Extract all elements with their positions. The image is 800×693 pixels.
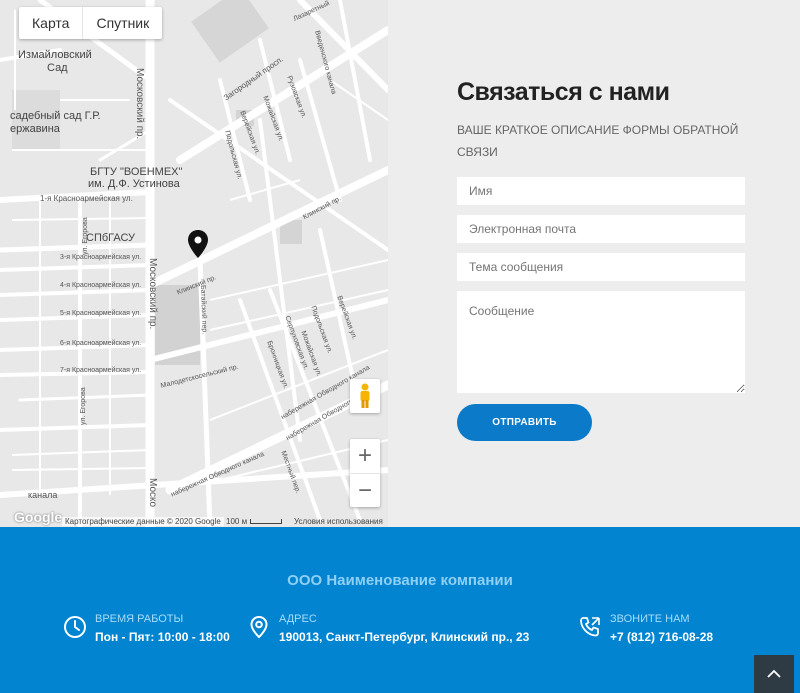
location-pin-icon	[250, 615, 268, 639]
map-label: БГТУ "ВОЕНМЕХ"	[90, 166, 183, 178]
map-label: 3-я Красноармейская ул.	[60, 254, 142, 261]
map-type-control: Карта Спутник	[19, 7, 163, 39]
map-attribution: Google Картографические данные © 2020 Go…	[0, 509, 388, 527]
map-label: Сад	[47, 62, 68, 74]
phone-icon	[580, 617, 600, 637]
map-data-attribution[interactable]: Картографические данные © 2020 Google	[62, 517, 224, 526]
map-label: канала	[28, 490, 58, 500]
map-label: 1-я Красноармейская ул.	[40, 194, 133, 203]
form-title: Связаться с нами	[457, 78, 670, 106]
zoom-in-button[interactable]: +	[350, 439, 380, 473]
map-label: 4-я Красноармейская ул.	[60, 282, 142, 289]
map-terms-link[interactable]: Условия использования	[294, 517, 383, 526]
form-description: ВАШЕ КРАТКОЕ ОПИСАНИЕ ФОРМЫ ОБРАТНОЙ СВЯ…	[457, 123, 739, 159]
hours-value: Пон - Пят: 10:00 - 18:00	[95, 630, 230, 644]
map-label: Московский пр.	[147, 258, 158, 330]
subject-input[interactable]	[457, 253, 745, 281]
chevron-up-icon	[767, 669, 781, 678]
street-view-button[interactable]	[350, 379, 380, 413]
google-map[interactable]: Измайловский Сад садебный сад Г.Р. ержав…	[0, 0, 388, 527]
message-textarea[interactable]	[457, 291, 745, 393]
zoom-out-button[interactable]: −	[350, 473, 380, 507]
hours-label: ВРЕМЯ РАБОТЫ	[95, 613, 184, 625]
map-scale-label: 100 м	[226, 517, 248, 526]
contact-form: Связаться с нами ВАШЕ КРАТКОЕ ОПИСАНИЕ Ф…	[457, 78, 747, 441]
contact-section: Измайловский Сад садебный сад Г.Р. ержав…	[0, 0, 800, 527]
map-label: 6-я Красноармейская ул.	[60, 340, 142, 347]
name-input[interactable]	[457, 177, 745, 205]
map-type-map-button[interactable]: Карта	[19, 7, 82, 39]
map-label: садебный сад Г.Р.	[10, 110, 101, 122]
working-hours: ВРЕМЯ РАБОТЫ Пон - Пят: 10:00 - 18:00	[63, 613, 230, 644]
map-label: ул. Егорова	[80, 387, 87, 425]
map-label: 7-я Красноармейская ул.	[60, 367, 142, 374]
address-label: АДРЕС	[279, 613, 317, 625]
map-label: ул. Егорова	[82, 217, 89, 255]
map-type-satellite-button[interactable]: Спутник	[82, 7, 162, 39]
address-value: 190013, Санкт-Петербург, Клинский пр., 2…	[279, 630, 530, 644]
phone-label: ЗВОНИТЕ НАМ	[610, 613, 690, 625]
scroll-to-top-button[interactable]	[754, 655, 794, 693]
map-label: Московский пр.	[134, 68, 145, 140]
map-label: 5-я Красноармейская ул.	[60, 310, 142, 317]
google-logo: Google	[14, 509, 63, 525]
zoom-control: + −	[350, 439, 380, 507]
email-input[interactable]	[457, 215, 745, 243]
map-label: ержавина	[10, 123, 60, 135]
phone-value[interactable]: +7 (812) 716-08-28	[610, 630, 713, 644]
map-label: им. Д.Ф. Устинова	[88, 178, 180, 190]
footer: ООО Наименование компании ВРЕМЯ РАБОТЫ П…	[0, 527, 800, 693]
map-label: Измайловский	[18, 49, 92, 61]
pegman-icon	[360, 383, 370, 408]
map-scale-bar	[250, 519, 283, 524]
clock-icon	[64, 616, 86, 638]
map-label: СПбГАСУ	[86, 232, 136, 244]
map-label: Моско	[147, 478, 158, 508]
map-scale[interactable]: 100 м	[226, 517, 283, 526]
submit-button[interactable]: ОТПРАВИТЬ	[457, 404, 592, 441]
map-marker-icon[interactable]	[188, 230, 208, 258]
address: АДРЕС 190013, Санкт-Петербург, Клинский …	[247, 613, 529, 644]
phone: ЗВОНИТЕ НАМ +7 (812) 716-08-28	[578, 613, 713, 644]
company-name: ООО Наименование компании	[287, 572, 513, 589]
